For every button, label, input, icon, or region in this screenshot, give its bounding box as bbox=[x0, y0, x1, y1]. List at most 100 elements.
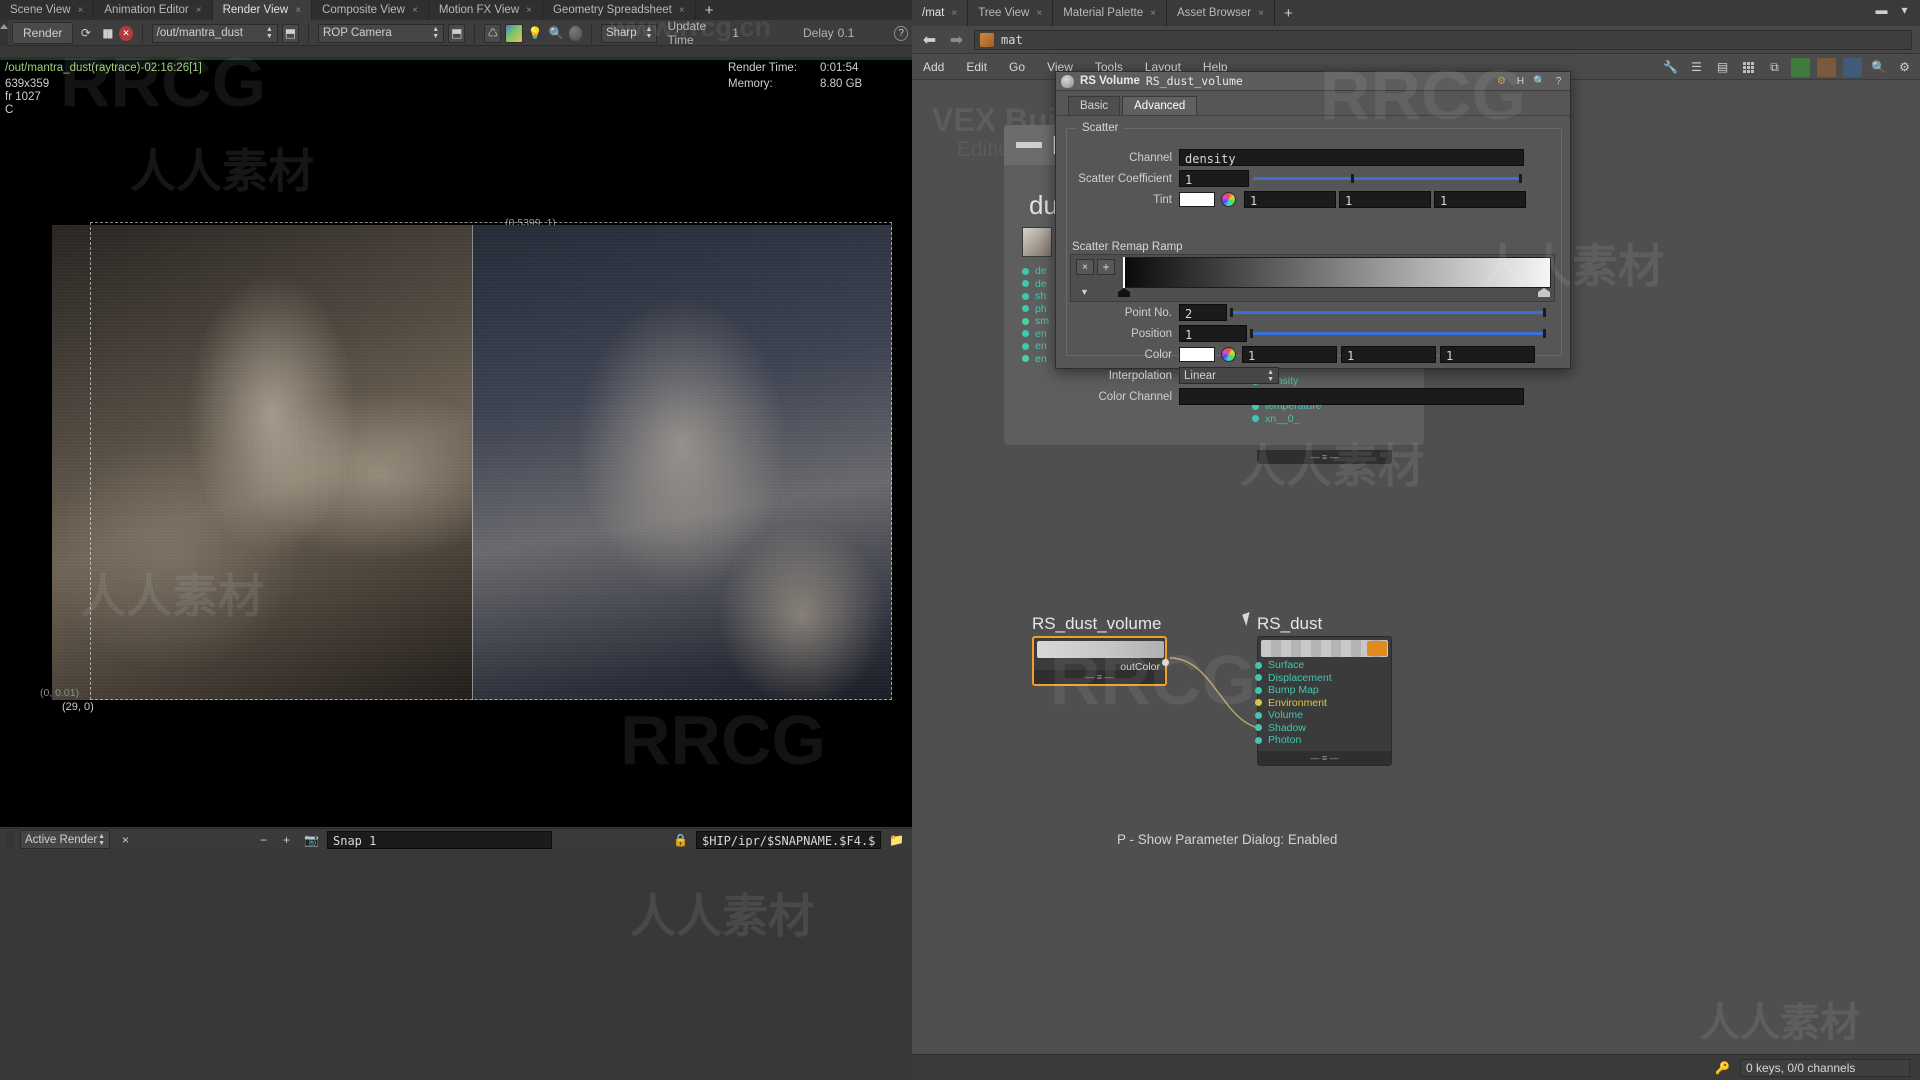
lock-icon[interactable]: 🔒 bbox=[671, 830, 690, 849]
wrench-icon[interactable]: 🔧 bbox=[1661, 58, 1680, 77]
close-icon[interactable]: × bbox=[196, 5, 202, 16]
color-icon[interactable] bbox=[1791, 57, 1810, 77]
port-dot[interactable] bbox=[1022, 355, 1029, 363]
attr-row[interactable]: xn__0_ bbox=[1252, 413, 1392, 426]
ramp-gradient[interactable] bbox=[1123, 257, 1551, 288]
port-dot[interactable] bbox=[1022, 280, 1029, 288]
color-swatch[interactable] bbox=[1179, 347, 1215, 362]
houdini-icon[interactable]: H bbox=[1514, 75, 1527, 88]
color-map-icon[interactable] bbox=[505, 23, 523, 43]
close-icon[interactable]: × bbox=[1036, 8, 1042, 19]
port-dot[interactable] bbox=[1022, 317, 1029, 325]
color-r-field[interactable]: 1 bbox=[1242, 346, 1337, 363]
delay-value[interactable]: 0.1 bbox=[838, 26, 855, 40]
input-port[interactable] bbox=[1255, 674, 1262, 682]
zoom-out-button[interactable]: − bbox=[254, 830, 273, 849]
port-dot[interactable] bbox=[1022, 267, 1029, 275]
help-icon[interactable]: ? bbox=[1552, 75, 1565, 88]
close-icon[interactable]: × bbox=[1150, 8, 1156, 19]
render-viewport[interactable]: /out/mantra_dust(raytrace)-02:16:26[1] 6… bbox=[0, 57, 912, 827]
scatter-coefficient-field[interactable]: 1 bbox=[1179, 170, 1249, 187]
search-icon[interactable]: 🔍 bbox=[1533, 75, 1546, 88]
active-render-combo[interactable]: Active Render ▲ ▼ bbox=[20, 830, 110, 849]
search-icon[interactable]: 🔍 bbox=[1869, 58, 1888, 77]
menu-edit[interactable]: Edit bbox=[955, 54, 998, 80]
key-icon[interactable]: 🔑 bbox=[1713, 1058, 1732, 1077]
zoom-icon[interactable]: 🔍 bbox=[548, 24, 565, 43]
snap-name-field[interactable]: Snap 1 bbox=[327, 830, 552, 849]
tab-material-palette[interactable]: Material Palette × bbox=[1053, 0, 1167, 26]
align-icon[interactable]: ⧉ bbox=[1765, 58, 1784, 77]
forward-arrow-icon[interactable]: ➡ bbox=[947, 30, 966, 49]
dust-attr-row[interactable]: en bbox=[1022, 340, 1049, 353]
channel-field[interactable]: density bbox=[1179, 149, 1524, 166]
chevron-down-icon[interactable]: ▾ bbox=[1895, 0, 1914, 19]
tab-scene-view[interactable]: Scene View × bbox=[0, 0, 95, 20]
file-browse-icon[interactable]: 📁 bbox=[887, 830, 906, 849]
rs-dust-input-row[interactable]: Photon bbox=[1255, 734, 1332, 747]
render-crop-marquee[interactable] bbox=[90, 222, 892, 700]
dust-attr-row[interactable]: ph bbox=[1022, 303, 1049, 316]
rs-dust-input-row[interactable]: Volume bbox=[1255, 709, 1332, 722]
camera-picker-icon[interactable]: ⬒ bbox=[448, 23, 466, 43]
dust-attr-row[interactable]: en bbox=[1022, 328, 1049, 341]
rs-dust-input-row[interactable]: Environment bbox=[1255, 697, 1332, 710]
dust-attr-row[interactable]: en bbox=[1022, 353, 1049, 366]
color-g-field[interactable]: 1 bbox=[1341, 346, 1436, 363]
input-port[interactable] bbox=[1255, 711, 1262, 719]
close-icon[interactable]: × bbox=[412, 5, 418, 16]
menu-add[interactable]: Add bbox=[912, 54, 955, 80]
add-point-icon[interactable]: + bbox=[1097, 259, 1115, 275]
rs-dust-volume-footer[interactable]: — ≡ — bbox=[1034, 670, 1165, 684]
close-icon[interactable]: × bbox=[78, 5, 84, 16]
close-icon[interactable]: × bbox=[526, 5, 532, 16]
point-no-slider[interactable] bbox=[1230, 308, 1546, 317]
snap-path-field[interactable]: $HIP/ipr/$SNAPNAME.$F4.$ bbox=[696, 830, 881, 849]
node-picker-icon[interactable]: ⬒ bbox=[281, 23, 300, 43]
add-tab-button[interactable]: + bbox=[696, 0, 723, 20]
settings-icon[interactable]: ⚙ bbox=[1895, 58, 1914, 77]
help-icon[interactable]: ? bbox=[894, 25, 908, 41]
port-dot[interactable] bbox=[1022, 292, 1029, 300]
update-time-value[interactable]: 1 bbox=[732, 26, 739, 40]
rs-dust-input-row[interactable]: Displacement bbox=[1255, 672, 1332, 685]
layout-icon[interactable]: ▤ bbox=[1713, 58, 1732, 77]
dust-attr-row[interactable]: de bbox=[1022, 265, 1049, 278]
tab-geometry-spreadsheet[interactable]: Geometry Spreadsheet × bbox=[543, 0, 696, 20]
tab-advanced[interactable]: Advanced bbox=[1122, 96, 1198, 115]
input-port[interactable] bbox=[1255, 661, 1262, 669]
point-no-field[interactable]: 2 bbox=[1179, 304, 1227, 321]
ramp-key-0-handle[interactable] bbox=[1123, 257, 1125, 288]
tab-composite-view[interactable]: Composite View × bbox=[312, 0, 429, 20]
port-dot[interactable] bbox=[1022, 305, 1029, 313]
palette-icon[interactable] bbox=[1817, 57, 1836, 77]
close-icon[interactable]: × bbox=[295, 5, 301, 16]
tint-g-field[interactable]: 1 bbox=[1339, 191, 1431, 208]
recycle-icon[interactable]: ♺ bbox=[484, 23, 502, 43]
dust-attr-row[interactable]: sh bbox=[1022, 290, 1049, 303]
position-field[interactable]: 1 bbox=[1179, 325, 1247, 342]
tab-mat[interactable]: /mat × bbox=[912, 0, 969, 26]
rs-dust-input-row[interactable]: Shadow bbox=[1255, 722, 1332, 735]
add-tab-button[interactable]: + bbox=[1275, 0, 1302, 26]
tab-asset-browser[interactable]: Asset Browser × bbox=[1167, 0, 1275, 26]
list-icon[interactable]: ☰ bbox=[1687, 58, 1706, 77]
input-port[interactable] bbox=[1255, 724, 1262, 732]
rs-dust-node[interactable]: Surface Displacement Bump Map Environment Vo… bbox=[1255, 636, 1392, 766]
port-dot[interactable] bbox=[1022, 342, 1029, 350]
interpolation-combo[interactable]: Linear ▲ ▼ bbox=[1179, 367, 1279, 384]
camera-combo[interactable]: ROP Camera ▲ ▼ bbox=[317, 23, 445, 43]
output-port[interactable] bbox=[1162, 659, 1169, 666]
strip-grip[interactable] bbox=[6, 830, 14, 849]
grid-icon[interactable] bbox=[1739, 58, 1758, 77]
color-wheel-icon[interactable] bbox=[1221, 347, 1236, 362]
minimize-icon[interactable]: ▬ bbox=[1872, 0, 1891, 19]
rs-dust-footer[interactable]: — ≡ — bbox=[1258, 751, 1391, 765]
pause-icon[interactable]: ▮▮ bbox=[98, 24, 115, 43]
rop-path-combo[interactable]: /out/mantra_dust ▲ ▼ bbox=[151, 23, 278, 43]
tab-basic[interactable]: Basic bbox=[1068, 96, 1121, 115]
refresh-icon[interactable]: ⟳ bbox=[77, 24, 94, 43]
ramp-key-1[interactable] bbox=[1538, 288, 1550, 297]
path-field[interactable]: mat bbox=[974, 29, 1912, 50]
input-port[interactable] bbox=[1255, 736, 1262, 744]
